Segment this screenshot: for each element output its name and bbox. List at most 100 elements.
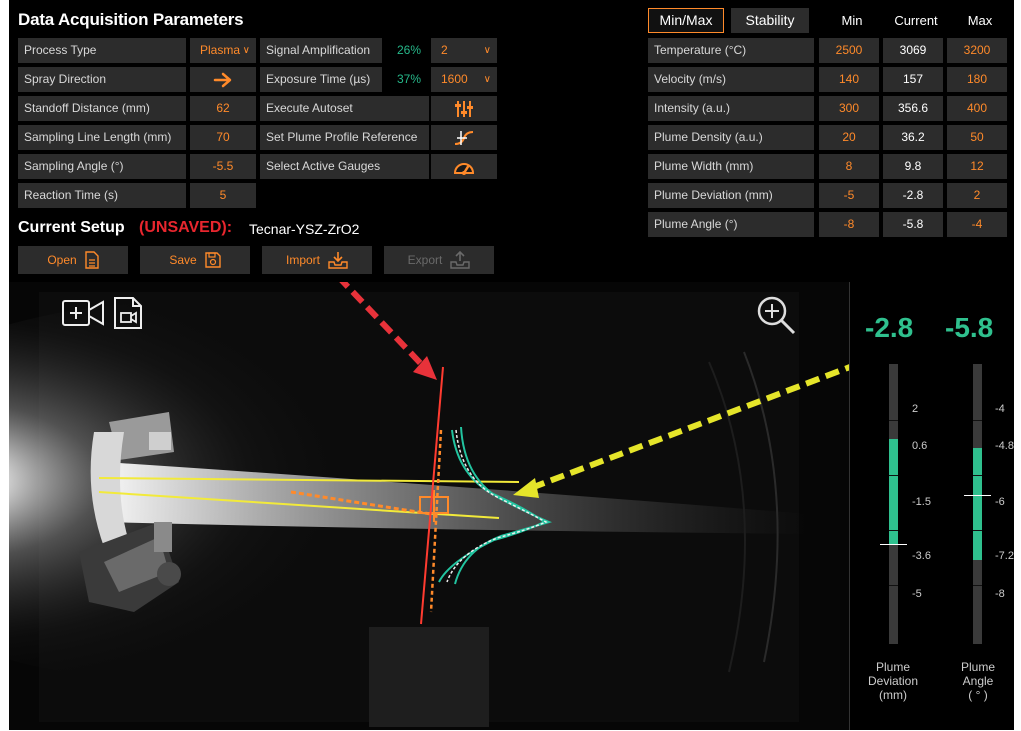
tab-stability[interactable]: Stability	[731, 8, 809, 33]
min-input[interactable]: -5	[819, 183, 879, 208]
current-value-marker	[880, 544, 907, 546]
save-disk-icon	[204, 252, 221, 268]
export-button[interactable]: Export	[384, 246, 494, 274]
column-header-min: Min	[841, 13, 863, 28]
gauge-bar	[880, 364, 907, 644]
open-video-button[interactable]	[113, 296, 143, 335]
gauge-tick-label: -3.6	[912, 550, 931, 562]
measurement-label: Plume Density (a.u.)	[648, 125, 814, 150]
plume-reference-icon	[454, 130, 474, 145]
camera-viewer[interactable]	[9, 167, 939, 730]
autoset-sliders-icon	[455, 100, 473, 117]
measurement-label: Plume Deviation (mm)	[648, 183, 814, 208]
gauge-tick	[889, 475, 898, 476]
execute-autoset-button[interactable]	[431, 96, 497, 121]
standoff-distance-input[interactable]: 62	[190, 96, 256, 121]
signal-amplification-dropdown[interactable]: 2 ∨	[431, 38, 497, 63]
gauge-tick-label: -1.5	[912, 496, 931, 508]
video-file-icon	[114, 297, 142, 329]
gauge-tick-label: 0.6	[912, 440, 928, 452]
param-label-plume-reference: Set Plume Profile Reference	[260, 125, 429, 150]
tab-min-max[interactable]: Min/Max	[648, 8, 724, 33]
save-button[interactable]: Save	[140, 246, 250, 274]
max-input[interactable]: 2	[947, 183, 1007, 208]
exposure-time-percent: 37%	[396, 72, 422, 86]
open-button-label: Open	[47, 253, 77, 267]
gauge-tick-label: -7.2	[995, 550, 1014, 562]
column-header-max: Max	[967, 13, 993, 28]
exposure-time-value: 1600	[441, 72, 468, 86]
current-value-marker	[964, 494, 991, 496]
export-button-label: Export	[407, 253, 443, 267]
max-input[interactable]: 50	[947, 125, 1007, 150]
min-input[interactable]: 300	[819, 96, 879, 121]
gauge-tick	[889, 585, 898, 586]
plume-deviation-readout: -2.8	[865, 312, 914, 343]
min-input[interactable]: 20	[819, 125, 879, 150]
signal-amplification-percent: 26%	[396, 43, 422, 57]
max-input[interactable]: 12	[947, 154, 1007, 179]
app-window: Data Acquisition Parameters Process Type…	[9, 0, 1014, 730]
min-input[interactable]: 2500	[819, 38, 879, 63]
param-label-process-type: Process Type	[18, 38, 186, 63]
chevron-down-icon: ∨	[483, 74, 491, 85]
max-input[interactable]: 400	[947, 96, 1007, 121]
gauge-tick	[973, 585, 982, 586]
gauge-tick	[889, 530, 898, 531]
import-button[interactable]: Import	[262, 246, 372, 274]
gauge-tick	[973, 420, 982, 421]
min-input[interactable]: 140	[819, 67, 879, 92]
current-setup-label: Current Setup	[18, 219, 125, 236]
param-label-sampling-angle: Sampling Angle (°)	[18, 154, 186, 179]
param-label-execute-autoset: Execute Autoset	[260, 96, 429, 121]
zoom-in-button[interactable]	[755, 294, 797, 341]
zoom-in-icon	[757, 296, 796, 335]
gauge-tick-label: -8	[995, 588, 1005, 600]
min-input[interactable]: -8	[819, 212, 879, 237]
caption-line: ( ° )	[968, 688, 988, 702]
max-input[interactable]: 3200	[947, 38, 1007, 63]
measurement-label: Plume Angle (°)	[648, 212, 814, 237]
param-label-spray-direction: Spray Direction	[18, 67, 186, 92]
signal-amplification-value: 2	[441, 43, 448, 57]
plume-angle-caption: Plume Angle ( ° )	[950, 660, 1006, 702]
measurement-label: Temperature (°C)	[648, 38, 814, 63]
spray-direction-button[interactable]	[190, 67, 256, 92]
param-label-exposure-time: Exposure Time (µs)	[260, 67, 382, 92]
current-value: -2.8	[883, 183, 943, 208]
process-type-dropdown[interactable]: Plasma ∨	[190, 38, 256, 63]
current-value: 9.8	[883, 154, 943, 179]
measurement-label: Plume Width (mm)	[648, 154, 814, 179]
gauge-tick-label: 2	[912, 403, 919, 415]
measurement-label: Velocity (m/s)	[648, 67, 814, 92]
current-value: -5.8	[883, 212, 943, 237]
param-label-standoff: Standoff Distance (mm)	[18, 96, 186, 121]
exposure-time-dropdown[interactable]: 1600 ∨	[431, 67, 497, 92]
max-input[interactable]: -4	[947, 212, 1007, 237]
import-button-label: Import	[285, 253, 320, 267]
gauges-panel: -2.8 -5.8 2 0.6 -1.5 -3.6 -5 Plume Devia…	[849, 282, 1014, 730]
min-input[interactable]: 8	[819, 154, 879, 179]
caption-line: Angle	[962, 674, 994, 688]
reaction-time-input[interactable]: 5	[190, 183, 256, 208]
max-input[interactable]: 180	[947, 67, 1007, 92]
sampling-line-length-input[interactable]: 70	[190, 125, 256, 150]
current-value: 3069	[883, 38, 943, 63]
gauge-range-fill	[973, 448, 982, 560]
import-tray-icon	[328, 252, 348, 269]
current-value: 157	[883, 67, 943, 92]
add-camera-button[interactable]	[61, 298, 105, 333]
plume-angle-readout: -5.8	[945, 312, 994, 343]
set-plume-reference-button[interactable]	[431, 125, 497, 150]
param-label-signal-amplification: Signal Amplification	[260, 38, 382, 63]
caption-line: Deviation	[867, 674, 919, 688]
sampling-angle-input[interactable]: -5.5	[190, 154, 256, 179]
add-camera-icon	[62, 300, 104, 326]
gauge-tick-label: -5	[912, 588, 922, 600]
select-active-gauges-button[interactable]	[431, 154, 497, 179]
open-button[interactable]: Open	[18, 246, 128, 274]
current-value: 356.6	[883, 96, 943, 121]
unsaved-badge: (UNSAVED):	[139, 219, 233, 236]
gauge-tick-label: -6	[995, 496, 1005, 508]
gauge-bar	[964, 364, 991, 644]
